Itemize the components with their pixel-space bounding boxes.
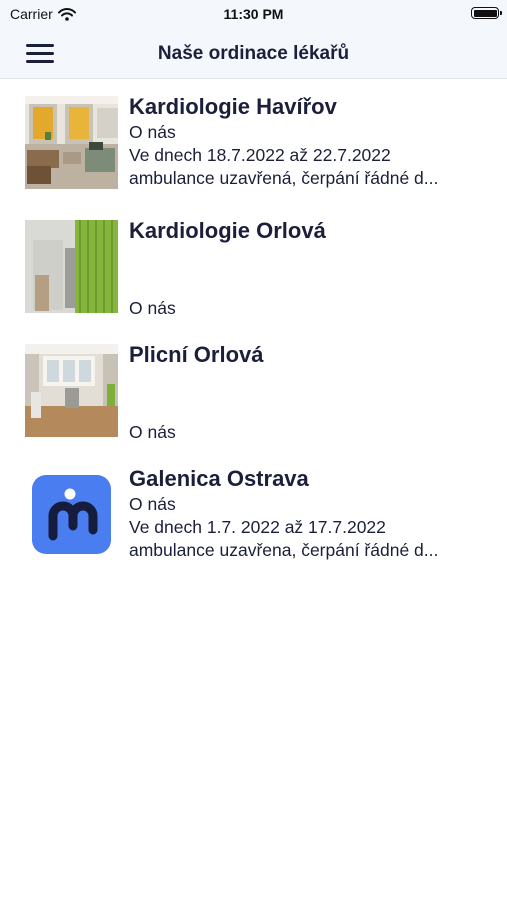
clinic-text: Kardiologie Havířov O nás Ve dnech 18.7.… <box>129 93 483 190</box>
clinic-photo <box>25 344 118 437</box>
about-link[interactable]: O nás <box>129 421 176 444</box>
galenica-logo-icon <box>25 468 118 561</box>
notice-line: Ve dnech 1.7. 2022 až 17.7.2022 <box>129 517 386 537</box>
clinic-text: Kardiologie Orlová O nás <box>129 217 483 318</box>
list-item-galenica-ostrava[interactable]: Galenica Ostrava O nás Ve dnech 1.7. 202… <box>0 451 507 569</box>
clinic-title: Kardiologie Orlová <box>129 218 326 243</box>
list-item-plicni-orlova[interactable]: Plicní Orlová O nás <box>0 327 507 445</box>
clinic-title: Plicní Orlová <box>129 342 264 367</box>
notice-line: ambulance uzavřena, čerpání řádné d... <box>129 540 439 560</box>
list-item-kardiologie-havirov[interactable]: Kardiologie Havířov O nás Ve dnech 18.7.… <box>0 79 507 197</box>
navigation-bar: Naše ordinace lékařů <box>0 30 507 79</box>
about-link[interactable]: O nás <box>129 493 483 516</box>
clinic-title: Galenica Ostrava <box>129 466 309 491</box>
clinic-photo <box>25 96 118 189</box>
clinic-photo <box>25 220 118 313</box>
about-link[interactable]: O nás <box>129 297 176 320</box>
battery-icon <box>471 7 502 19</box>
notice-line: ambulance uzavřená, čerpání řádné d... <box>129 168 439 188</box>
clinic-text: Plicní Orlová O nás <box>129 341 483 442</box>
clinic-text: Galenica Ostrava O nás Ve dnech 1.7. 202… <box>129 465 483 562</box>
clock: 11:30 PM <box>223 6 284 22</box>
list-item-kardiologie-orlova[interactable]: Kardiologie Orlová O nás <box>0 203 507 321</box>
clinic-title: Kardiologie Havířov <box>129 94 337 119</box>
notice-line: Ve dnech 18.7.2022 až 22.7.2022 <box>129 145 391 165</box>
status-bar: Carrier 11:30 PM <box>0 0 507 30</box>
about-link[interactable]: O nás <box>129 121 483 144</box>
page-title: Naše ordinace lékařů <box>157 43 350 64</box>
